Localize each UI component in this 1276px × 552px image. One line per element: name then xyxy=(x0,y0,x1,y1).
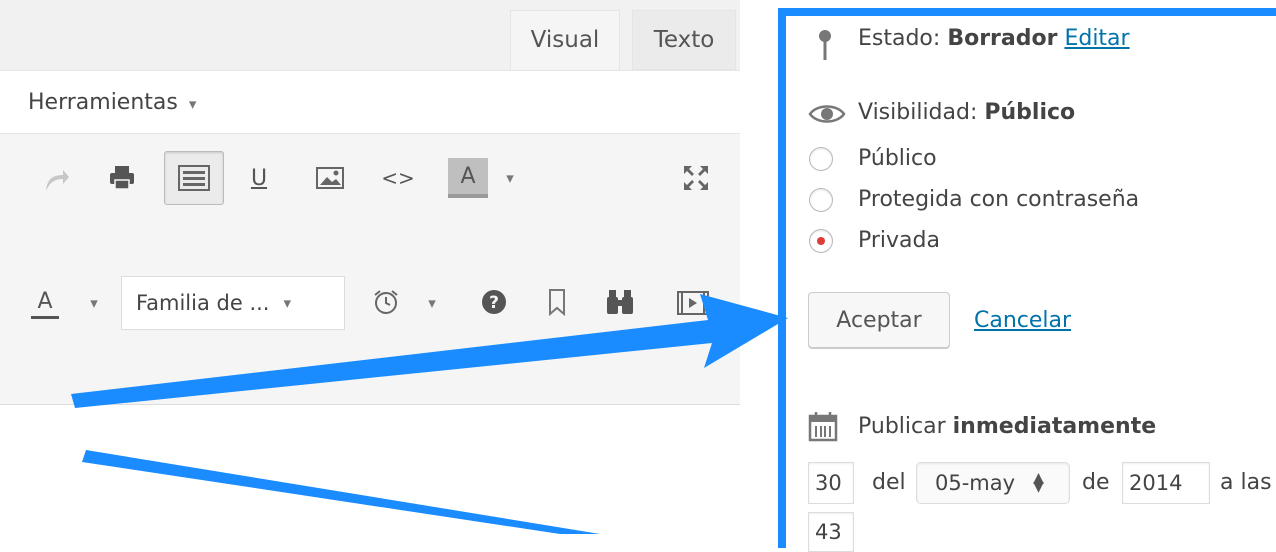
image-icon xyxy=(316,167,344,189)
publish-row: Publicar inmediatamente xyxy=(858,414,1156,439)
visibility-label: Visibilidad: xyxy=(858,100,978,125)
svg-text:?: ? xyxy=(489,293,499,313)
bookmark-icon xyxy=(549,289,565,317)
anchor-button[interactable] xyxy=(540,284,574,320)
redo-icon xyxy=(46,170,69,191)
alarm-clock-icon xyxy=(374,290,398,314)
eye-icon xyxy=(808,102,846,126)
text-color-letter: A xyxy=(37,288,53,314)
pin-icon xyxy=(814,28,836,62)
fullscreen-button[interactable] xyxy=(676,158,716,198)
calendar-icon xyxy=(808,410,838,442)
keyboard-icon xyxy=(178,165,210,191)
visibility-value: Público xyxy=(984,100,1076,125)
help-icon: ? xyxy=(482,290,506,314)
insert-time-button[interactable] xyxy=(368,284,404,320)
underline-button[interactable]: U xyxy=(242,158,276,198)
insert-media-button[interactable] xyxy=(672,286,712,320)
toggle-toolbar-button[interactable] xyxy=(164,151,224,205)
visibility-row: Visibilidad: Público xyxy=(858,100,1075,125)
publish-value: inmediatamente xyxy=(952,414,1157,439)
text-color-button[interactable]: A xyxy=(30,282,60,324)
fullscreen-icon xyxy=(684,166,708,190)
tab-text[interactable]: Texto xyxy=(632,10,736,70)
video-icon xyxy=(677,291,709,315)
font-family-value: Familia de ... xyxy=(136,291,270,315)
tools-menu[interactable]: Herramientas ▾ xyxy=(28,90,196,115)
text-color-swatch xyxy=(31,315,59,319)
edit-status-link[interactable]: Editar xyxy=(1064,26,1129,51)
status-value: Borrador xyxy=(947,26,1058,51)
insert-image-button[interactable] xyxy=(310,158,350,198)
editor-tabs-bar xyxy=(0,0,740,71)
font-family-select[interactable]: Familia de ... ▾ xyxy=(121,276,345,330)
hour-input[interactable]: 43 xyxy=(808,512,854,552)
radio-password[interactable] xyxy=(809,188,833,212)
year-input[interactable]: 2014 xyxy=(1122,462,1210,504)
month-select[interactable]: 05-may ▲ ▼ xyxy=(916,462,1070,504)
background-color-letter: A xyxy=(460,163,476,189)
help-button[interactable]: ? xyxy=(476,284,512,320)
day-input[interactable]: 30 xyxy=(808,462,854,504)
radio-password-label[interactable]: Protegida con contraseña xyxy=(858,187,1139,212)
publish-label: Publicar xyxy=(858,414,946,439)
at-label: a las xyxy=(1220,470,1272,495)
de-label: de xyxy=(1082,470,1110,495)
redo-button[interactable] xyxy=(36,160,76,200)
code-button[interactable]: <> xyxy=(378,158,418,198)
tools-menu-label: Herramientas xyxy=(28,90,178,115)
radio-private[interactable] xyxy=(809,229,833,253)
cancel-link[interactable]: Cancelar xyxy=(974,308,1071,333)
background-color-swatch: A xyxy=(448,158,488,198)
printer-icon xyxy=(110,166,134,190)
chevron-down-icon[interactable]: ▾ xyxy=(422,286,442,320)
radio-public-label[interactable]: Público xyxy=(858,146,937,171)
status-row: Estado: Borrador Editar xyxy=(858,26,1130,51)
find-replace-button[interactable] xyxy=(600,284,640,320)
print-button[interactable] xyxy=(102,158,142,198)
radio-public[interactable] xyxy=(809,147,833,171)
chevron-down-icon: ▾ xyxy=(283,294,292,312)
binoculars-icon xyxy=(607,290,633,314)
radio-private-label[interactable]: Privada xyxy=(858,228,940,253)
status-label: Estado: xyxy=(858,26,941,51)
background-color-button[interactable]: A xyxy=(444,155,492,201)
chevron-down-icon: ▾ xyxy=(188,95,197,113)
stepper-icon: ▲ ▼ xyxy=(1033,470,1044,495)
del-label: del xyxy=(872,470,906,495)
editor-content-area[interactable] xyxy=(0,405,740,534)
chevron-down-icon[interactable]: ▾ xyxy=(498,160,522,196)
chevron-down-icon[interactable]: ▾ xyxy=(84,286,104,320)
month-select-value: 05-may xyxy=(935,471,1016,495)
accept-button[interactable]: Aceptar xyxy=(808,292,950,348)
tab-visual[interactable]: Visual xyxy=(510,10,620,70)
